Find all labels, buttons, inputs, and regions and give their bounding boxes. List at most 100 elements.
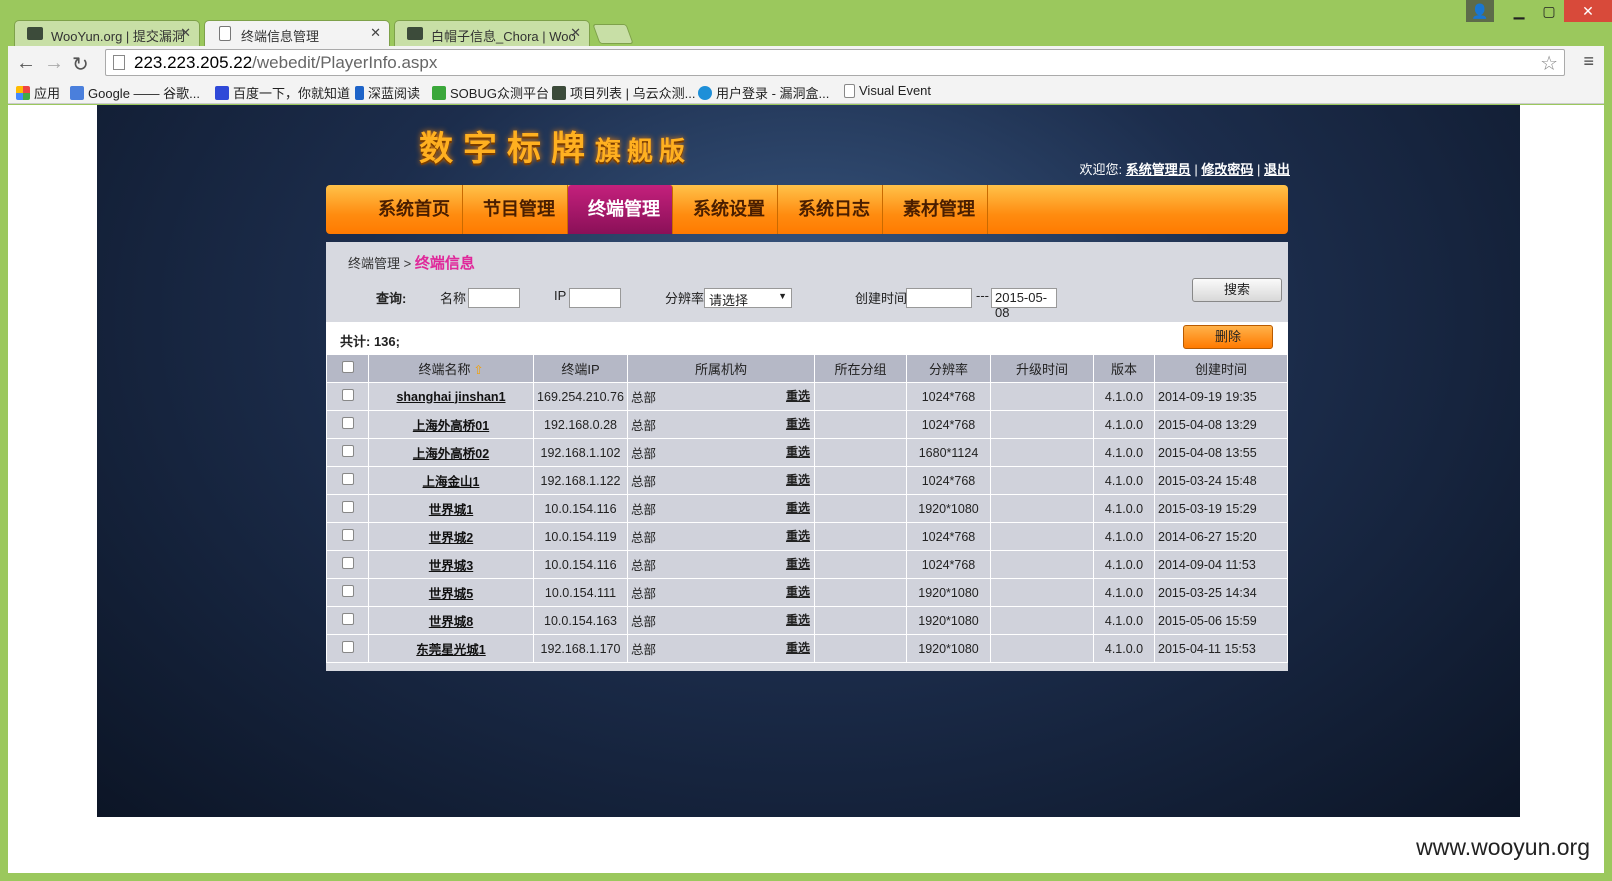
org-value: 总部 bbox=[631, 643, 657, 657]
bookmark-login[interactable]: 用户登录 - 漏洞盒... bbox=[698, 83, 829, 102]
upgrade-time-cell bbox=[990, 410, 1094, 439]
bookmarks-bar: 应用 Google —— 谷歌... 百度一下，你就知道 深蓝阅读 SOBUG众… bbox=[8, 80, 1604, 104]
row-checkbox[interactable] bbox=[341, 529, 354, 541]
org-cell: 总部 重选 bbox=[627, 578, 815, 607]
minimize-button[interactable]: ▁ bbox=[1504, 0, 1534, 22]
close-window-button[interactable]: ✕ bbox=[1564, 0, 1612, 22]
terminal-ip-cell: 192.168.0.28 bbox=[533, 410, 628, 439]
apps-icon bbox=[16, 85, 30, 100]
row-checkbox[interactable] bbox=[341, 613, 354, 625]
tab-whitehat[interactable]: 白帽子信息_Chora | Woo ✕ bbox=[394, 20, 590, 46]
terminal-name-link[interactable]: 世界城2 bbox=[429, 531, 473, 545]
bookmark-visual-event[interactable]: Visual Event bbox=[844, 83, 931, 98]
terminal-name-link[interactable]: 上海金山1 bbox=[423, 475, 480, 489]
address-bar[interactable]: 223.223.205.22/webedit/PlayerInfo.aspx ☆ bbox=[105, 49, 1565, 76]
row-checkbox[interactable] bbox=[341, 389, 354, 401]
reselect-link[interactable]: 重选 bbox=[786, 639, 810, 656]
resolution-cell: 1920*1080 bbox=[906, 494, 991, 523]
terminal-name-cell: 世界城1 bbox=[368, 494, 534, 523]
nav-programs[interactable]: 节目管理 bbox=[463, 185, 568, 234]
terminal-name-link[interactable]: 上海外高桥01 bbox=[413, 419, 489, 433]
row-checkbox[interactable] bbox=[341, 445, 354, 457]
terminal-name-link[interactable]: 世界城3 bbox=[429, 559, 473, 573]
date-to-input[interactable]: 2015-05-08 bbox=[991, 288, 1057, 320]
terminal-ip-cell: 10.0.154.163 bbox=[533, 606, 628, 635]
close-tab-icon[interactable]: ✕ bbox=[180, 25, 191, 41]
terminal-name-link[interactable]: 世界城5 bbox=[429, 587, 473, 601]
resolution-select[interactable]: 请选择 bbox=[704, 288, 792, 308]
reselect-link[interactable]: 重选 bbox=[786, 555, 810, 572]
back-icon[interactable]: ← bbox=[16, 52, 36, 75]
row-checkbox[interactable] bbox=[341, 585, 354, 597]
created-time-cell: 2015-04-08 13:55 bbox=[1154, 438, 1288, 467]
org-cell: 总部 重选 bbox=[627, 410, 815, 439]
bookmark-projects[interactable]: 项目列表 | 乌云众测... bbox=[552, 83, 695, 102]
terminal-name-cell: shanghai jinshan1 bbox=[368, 382, 534, 411]
bookmark-apps[interactable]: 应用 bbox=[16, 83, 60, 102]
select-all-checkbox[interactable] bbox=[341, 361, 354, 373]
reselect-link[interactable]: 重选 bbox=[786, 527, 810, 544]
query-label: 查询: bbox=[376, 291, 407, 306]
terminal-name-link[interactable]: 世界城1 bbox=[429, 503, 473, 517]
menu-icon[interactable]: ≡ bbox=[1583, 51, 1594, 72]
bookmark-sobug[interactable]: SOBUG众测平台 bbox=[432, 83, 549, 102]
tab-wooyun-submit[interactable]: WooYun.org | 提交漏洞 ✕ bbox=[14, 20, 200, 46]
ip-input[interactable] bbox=[569, 288, 621, 308]
resolution-cell: 1024*768 bbox=[906, 522, 991, 551]
url-host: 223.223.205.22 bbox=[134, 53, 253, 72]
forward-icon[interactable]: → bbox=[44, 52, 64, 75]
created-time-cell: 2015-03-19 15:29 bbox=[1154, 494, 1288, 523]
new-tab-button[interactable] bbox=[592, 24, 634, 44]
terminal-name-link[interactable]: shanghai jinshan1 bbox=[396, 390, 505, 404]
search-button[interactable]: 搜索 bbox=[1192, 278, 1282, 302]
terminal-name-link[interactable]: 世界城8 bbox=[429, 615, 473, 629]
close-tab-icon[interactable]: ✕ bbox=[570, 25, 581, 41]
reselect-link[interactable]: 重选 bbox=[786, 499, 810, 516]
row-checkbox[interactable] bbox=[341, 557, 354, 569]
bookmark-baidu[interactable]: 百度一下，你就知道 bbox=[215, 83, 350, 102]
close-tab-icon[interactable]: ✕ bbox=[370, 25, 381, 41]
nav-logs[interactable]: 系统日志 bbox=[778, 185, 883, 234]
date-from-input[interactable] bbox=[906, 288, 972, 308]
version-cell: 4.1.0.0 bbox=[1093, 578, 1155, 607]
maximize-button[interactable]: ▢ bbox=[1534, 0, 1564, 22]
row-select-cell bbox=[326, 550, 369, 579]
delete-button[interactable]: 删除 bbox=[1183, 325, 1273, 349]
nav-terminals[interactable]: 终端管理 bbox=[568, 185, 673, 234]
bookmark-google[interactable]: Google —— 谷歌... bbox=[70, 83, 200, 102]
reselect-link[interactable]: 重选 bbox=[786, 387, 810, 404]
terminal-name-link[interactable]: 上海外高桥02 bbox=[413, 447, 489, 461]
col-name[interactable]: 终端名称 ⇧ bbox=[368, 354, 534, 383]
reselect-link[interactable]: 重选 bbox=[786, 415, 810, 432]
nav-settings[interactable]: 系统设置 bbox=[673, 185, 778, 234]
resolution-label: 分辨率 bbox=[665, 291, 705, 306]
watermark: www.wooyun.org bbox=[1416, 834, 1590, 860]
row-checkbox[interactable] bbox=[341, 501, 354, 513]
reselect-link[interactable]: 重选 bbox=[786, 471, 810, 488]
page-icon bbox=[113, 55, 125, 70]
user-icon[interactable]: 👤 bbox=[1466, 0, 1494, 22]
reload-icon[interactable]: ↻ bbox=[72, 52, 89, 77]
row-checkbox[interactable] bbox=[341, 417, 354, 429]
row-checkbox[interactable] bbox=[341, 641, 354, 653]
bookmark-star-icon[interactable]: ☆ bbox=[1540, 51, 1558, 76]
nav-home[interactable]: 系统首页 bbox=[358, 185, 463, 234]
reselect-link[interactable]: 重选 bbox=[786, 583, 810, 600]
name-input[interactable] bbox=[468, 288, 520, 308]
col-created: 创建时间 bbox=[1154, 354, 1288, 383]
nav-assets[interactable]: 素材管理 bbox=[883, 185, 988, 234]
reselect-link[interactable]: 重选 bbox=[786, 611, 810, 628]
table-row: 世界城5 10.0.154.111 总部 重选 1920*1080 4.1.0.0 2015… bbox=[326, 578, 1288, 607]
row-checkbox[interactable] bbox=[341, 473, 354, 485]
reselect-link[interactable]: 重选 bbox=[786, 443, 810, 460]
user-link[interactable]: 系统管理员 bbox=[1126, 162, 1191, 177]
change-password-link[interactable]: 修改密码 bbox=[1201, 162, 1253, 177]
tab-terminal-info[interactable]: 终端信息管理 ✕ bbox=[204, 20, 390, 46]
upgrade-time-cell bbox=[990, 438, 1094, 467]
baidu-icon bbox=[215, 85, 229, 100]
terminal-name-link[interactable]: 东莞星光城1 bbox=[416, 643, 485, 657]
breadcrumb-parent[interactable]: 终端管理 bbox=[348, 256, 400, 271]
bookmark-shenlan[interactable]: 深蓝阅读 bbox=[355, 83, 420, 102]
logout-link[interactable]: 退出 bbox=[1264, 162, 1290, 177]
table-row: shanghai jinshan1 169.254.210.76 总部 重选 1024*… bbox=[326, 382, 1288, 411]
